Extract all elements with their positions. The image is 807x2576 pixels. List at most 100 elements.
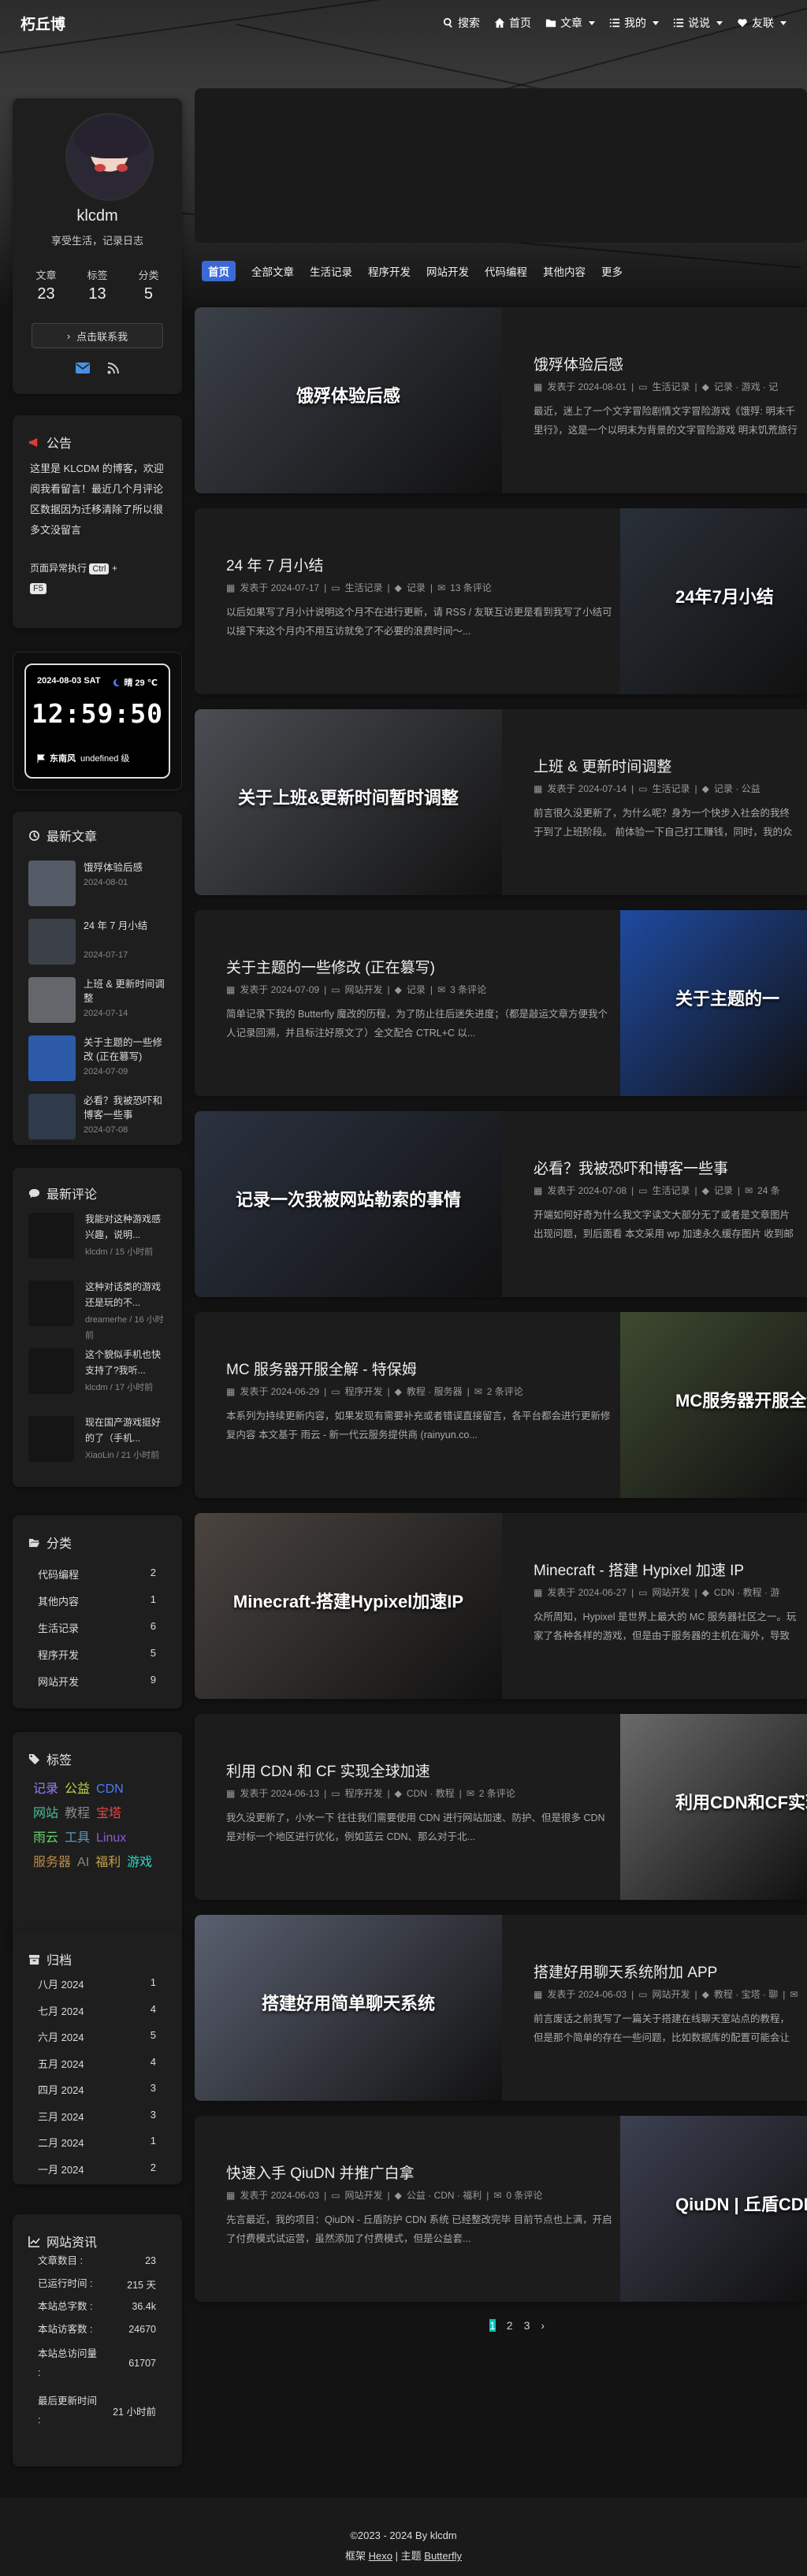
tag-link[interactable]: 公益	[65, 1782, 90, 1796]
archive-item[interactable]: 一月 2024 2	[38, 2162, 156, 2176]
recent-post-title[interactable]: 饿殍体验后感	[84, 861, 170, 875]
tab-7[interactable]: 更多	[601, 263, 623, 279]
category-item[interactable]: 其他内容 1	[38, 1593, 156, 1608]
archive-item[interactable]: 四月 2024 3	[38, 2082, 156, 2097]
category-item[interactable]: 生活记录 6	[38, 1620, 156, 1635]
post-tags[interactable]: 教程 · 宝塔 · 聊	[714, 1987, 778, 2001]
post-category[interactable]: 网站开发	[345, 983, 383, 996]
recent-post-item[interactable]: 饿殍体验后感 2024-08-01	[28, 861, 170, 909]
archive-item[interactable]: 三月 2024 3	[38, 2109, 156, 2124]
post-tags[interactable]: 记录	[714, 1184, 733, 1197]
recent-post-item[interactable]: 24 年 7 月小结 2024-07-17	[28, 919, 170, 968]
page-2[interactable]: 2	[507, 2319, 513, 2332]
tag-link[interactable]: 服务器	[33, 1856, 71, 1869]
stat-articles[interactable]: 文章 23	[35, 267, 56, 303]
category-item[interactable]: 程序开发 5	[38, 1647, 156, 1662]
nav-home[interactable]: 首页	[494, 15, 531, 31]
post-cover[interactable]: QiuDN | 丘盾CDN |©2023 - 2024 By klcdm	[620, 2116, 807, 2302]
tab-2[interactable]: 生活记录	[310, 263, 352, 279]
rss-icon[interactable]	[107, 362, 119, 374]
tag-link[interactable]: 工具	[65, 1831, 90, 1845]
site-brand[interactable]: 朽丘博	[20, 13, 65, 34]
page-3[interactable]: 3	[524, 2319, 530, 2332]
recent-post-item[interactable]: 关于主题的一些修改 (正在篡写) 2024-07-09	[28, 1035, 170, 1084]
post-tags[interactable]: 记录	[407, 581, 426, 594]
post-title[interactable]: 快速入手 QiuDN 并推广白拿	[226, 2162, 612, 2183]
next-page-icon[interactable]: ›	[541, 2319, 545, 2332]
post-tags[interactable]: 教程 · 服务器	[407, 1385, 463, 1398]
tab-3[interactable]: 程序开发	[368, 263, 411, 279]
tab-0[interactable]: 首页	[202, 261, 236, 281]
post-cover[interactable]: 搭建好用简单聊天系统©2023 - 2024 By klcdm	[195, 1915, 502, 2101]
comment-item[interactable]: 现在国产游戏挺好的了（手机... XiaoLin / 21 小时前	[28, 1414, 174, 1478]
category-item[interactable]: 网站开发 9	[38, 1674, 156, 1689]
nav-friends[interactable]: 友联	[737, 15, 787, 31]
comment-text[interactable]: 这种对话类的游戏还是玩的不...	[85, 1279, 164, 1310]
archive-item[interactable]: 六月 2024 5	[38, 2029, 156, 2044]
comment-text[interactable]: 现在国产游戏挺好的了（手机...	[85, 1414, 164, 1446]
post-comments[interactable]: 24 条	[757, 1184, 780, 1197]
comment-text[interactable]: 这个貌似手机也快支持了?我听...	[85, 1347, 164, 1378]
recent-post-thumbnail[interactable]	[28, 861, 76, 906]
stat-tags[interactable]: 标签 13	[87, 267, 107, 303]
post-card[interactable]: QiuDN | 丘盾CDN |©2023 - 2024 By klcdm 快速入手…	[195, 2116, 807, 2302]
post-cover[interactable]: 关于主题的一©2023 - 2024 By klcdm	[620, 910, 807, 1096]
nav-search[interactable]: 搜索	[443, 15, 480, 31]
recent-post-thumbnail[interactable]	[28, 977, 76, 1023]
footer-theme-link[interactable]: Butterfly	[424, 2550, 462, 2562]
post-category[interactable]: 生活记录	[653, 380, 690, 393]
post-card[interactable]: 利用CDN和CF实现©2023 - 2024 By klcdm利用 CDN 和 …	[195, 1714, 807, 1900]
archive-item[interactable]: 二月 2024 1	[38, 2135, 156, 2150]
nav-talk[interactable]: 说说	[673, 15, 723, 31]
post-tags[interactable]: 记录	[407, 983, 426, 996]
post-cover[interactable]: 关于上班&更新时间暂时调整©2023 - 2024 By klcdm	[195, 709, 502, 895]
post-cover[interactable]: 饿殍体验后感©2023 - 2024 By klcdm	[195, 307, 502, 493]
comment-text[interactable]: 我能对这种游戏感兴趣，说明...	[85, 1211, 164, 1243]
post-card[interactable]: 24年7月小结©2023 - 2024 By klcdm 24 年 7 月小结 ▦ 发…	[195, 508, 807, 694]
tag-link[interactable]: 雨云	[33, 1831, 58, 1845]
recent-post-title[interactable]: 关于主题的一些修改 (正在篡写)	[84, 1035, 170, 1064]
recent-post-item[interactable]: 上班 & 更新时间调整 2024-07-14	[28, 977, 170, 1026]
tag-link[interactable]: 记录	[33, 1782, 58, 1796]
tab-5[interactable]: 代码编程	[485, 263, 527, 279]
post-category[interactable]: 程序开发	[345, 1786, 383, 1800]
post-category[interactable]: 程序开发	[345, 1385, 383, 1398]
footer-framework-link[interactable]: Hexo	[369, 2550, 392, 2562]
post-card[interactable]: 关于主题的一©2023 - 2024 By klcdm关于主题的一些修改 (正在…	[195, 910, 807, 1096]
post-card[interactable]: Minecraft-搭建Hypixel加速IP©2023 - 2024 By k…	[195, 1513, 807, 1699]
tag-link[interactable]: Linux	[96, 1831, 126, 1845]
post-comments[interactable]: 2 条评论	[487, 1385, 523, 1398]
email-icon[interactable]	[76, 362, 90, 374]
stat-categories[interactable]: 分类 5	[138, 267, 158, 303]
tag-link[interactable]: 教程	[65, 1807, 90, 1820]
recent-post-thumbnail[interactable]	[28, 1035, 76, 1081]
post-tags[interactable]: 记录 · 公益	[714, 782, 761, 795]
post-category[interactable]: 网站开发	[653, 1987, 690, 2001]
post-category[interactable]: 生活记录	[653, 1184, 690, 1197]
tab-1[interactable]: 全部文章	[251, 263, 294, 279]
recent-post-title[interactable]: 上班 & 更新时间调整	[84, 977, 170, 1005]
post-tags[interactable]: 记录 · 游戏 · 记	[714, 380, 778, 393]
post-card[interactable]: MC服务器开服全解©2023 - 2024 By klcdmMC 服务器开服全解…	[195, 1312, 807, 1498]
recent-post-title[interactable]: 必看？我被恐吓和博客一些事	[84, 1094, 170, 1122]
post-title[interactable]: 上班 & 更新时间调整	[534, 755, 799, 776]
post-tags[interactable]: CDN · 教程 · 游	[714, 1585, 779, 1599]
archive-item[interactable]: 五月 2024 4	[38, 2056, 156, 2071]
post-title[interactable]: 饿殍体验后感	[534, 353, 799, 374]
post-cover[interactable]: MC服务器开服全解©2023 - 2024 By klcdm	[620, 1312, 807, 1498]
post-category[interactable]: 网站开发	[653, 1585, 690, 1599]
page-1[interactable]: 1	[489, 2319, 496, 2332]
post-tags[interactable]: 公益 · CDN · 福利	[407, 2188, 482, 2202]
post-cover[interactable]: Minecraft-搭建Hypixel加速IP©2023 - 2024 By k…	[195, 1513, 502, 1699]
tag-link[interactable]: AI	[77, 1856, 89, 1869]
comment-item[interactable]: 我能对这种游戏感兴趣，说明... klcdm / 15 小时前	[28, 1211, 174, 1274]
archive-item[interactable]: 八月 2024 1	[38, 1976, 156, 1991]
post-cover[interactable]: 记录一次我被网站勒索的事情©2023 - 2024 By klcdm	[195, 1111, 502, 1297]
post-card[interactable]: 关于上班&更新时间暂时调整©2023 - 2024 By klcdm 上班 & 更…	[195, 709, 807, 895]
category-item[interactable]: 代码编程 2	[38, 1567, 156, 1582]
tag-link[interactable]: CDN	[96, 1782, 124, 1796]
recent-post-thumbnail[interactable]	[28, 919, 76, 965]
post-comments[interactable]: 3 条评论	[450, 983, 486, 996]
post-title[interactable]: 利用 CDN 和 CF 实现全球加速	[226, 1760, 612, 1781]
post-title[interactable]: 24 年 7 月小结	[226, 554, 612, 575]
